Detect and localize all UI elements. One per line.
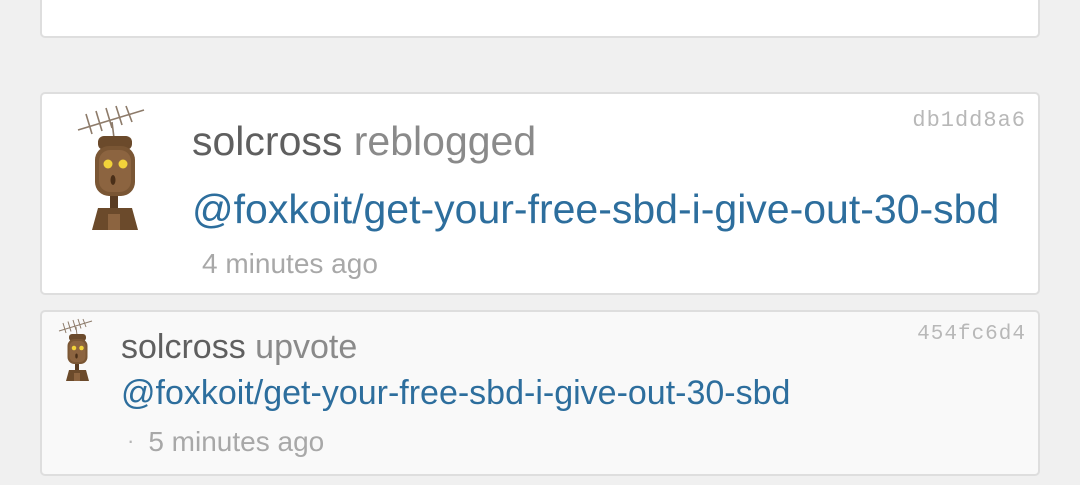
feed-card-partial (40, 0, 1040, 38)
timestamp: 5 minutes ago (148, 426, 325, 457)
activity-headline: solcross upvote (121, 328, 357, 367)
activity-action: upvote (255, 328, 358, 366)
timestamp: 4 minutes ago (202, 248, 378, 279)
entry-hash: db1dd8a6 (912, 108, 1026, 133)
robot-avatar-icon[interactable] (56, 318, 96, 383)
feed-card-upvote: 454fc6d4 solcross upvote @foxkoit/get-yo… (40, 310, 1040, 476)
post-link[interactable]: @foxkoit/get-your-free-sbd-i-give-out-30… (192, 186, 1037, 233)
post-link[interactable]: @foxkoit/get-your-free-sbd-i-give-out-30… (121, 374, 1021, 413)
activity-feed: db1dd8a6 solcross reblogged @foxkoit/get… (0, 0, 1080, 485)
entry-hash: 454fc6d4 (917, 323, 1026, 346)
feed-card-reblog: db1dd8a6 solcross reblogged @foxkoit/get… (40, 92, 1040, 295)
timestamp-row: · 5 minutes ago (127, 426, 324, 458)
activity-action: reblogged (353, 118, 537, 164)
robot-avatar-icon[interactable] (72, 104, 152, 234)
username-link[interactable]: solcross (121, 328, 246, 366)
separator-dot: · (127, 428, 135, 453)
username-link[interactable]: solcross (192, 118, 342, 164)
activity-headline: solcross reblogged (192, 118, 536, 165)
